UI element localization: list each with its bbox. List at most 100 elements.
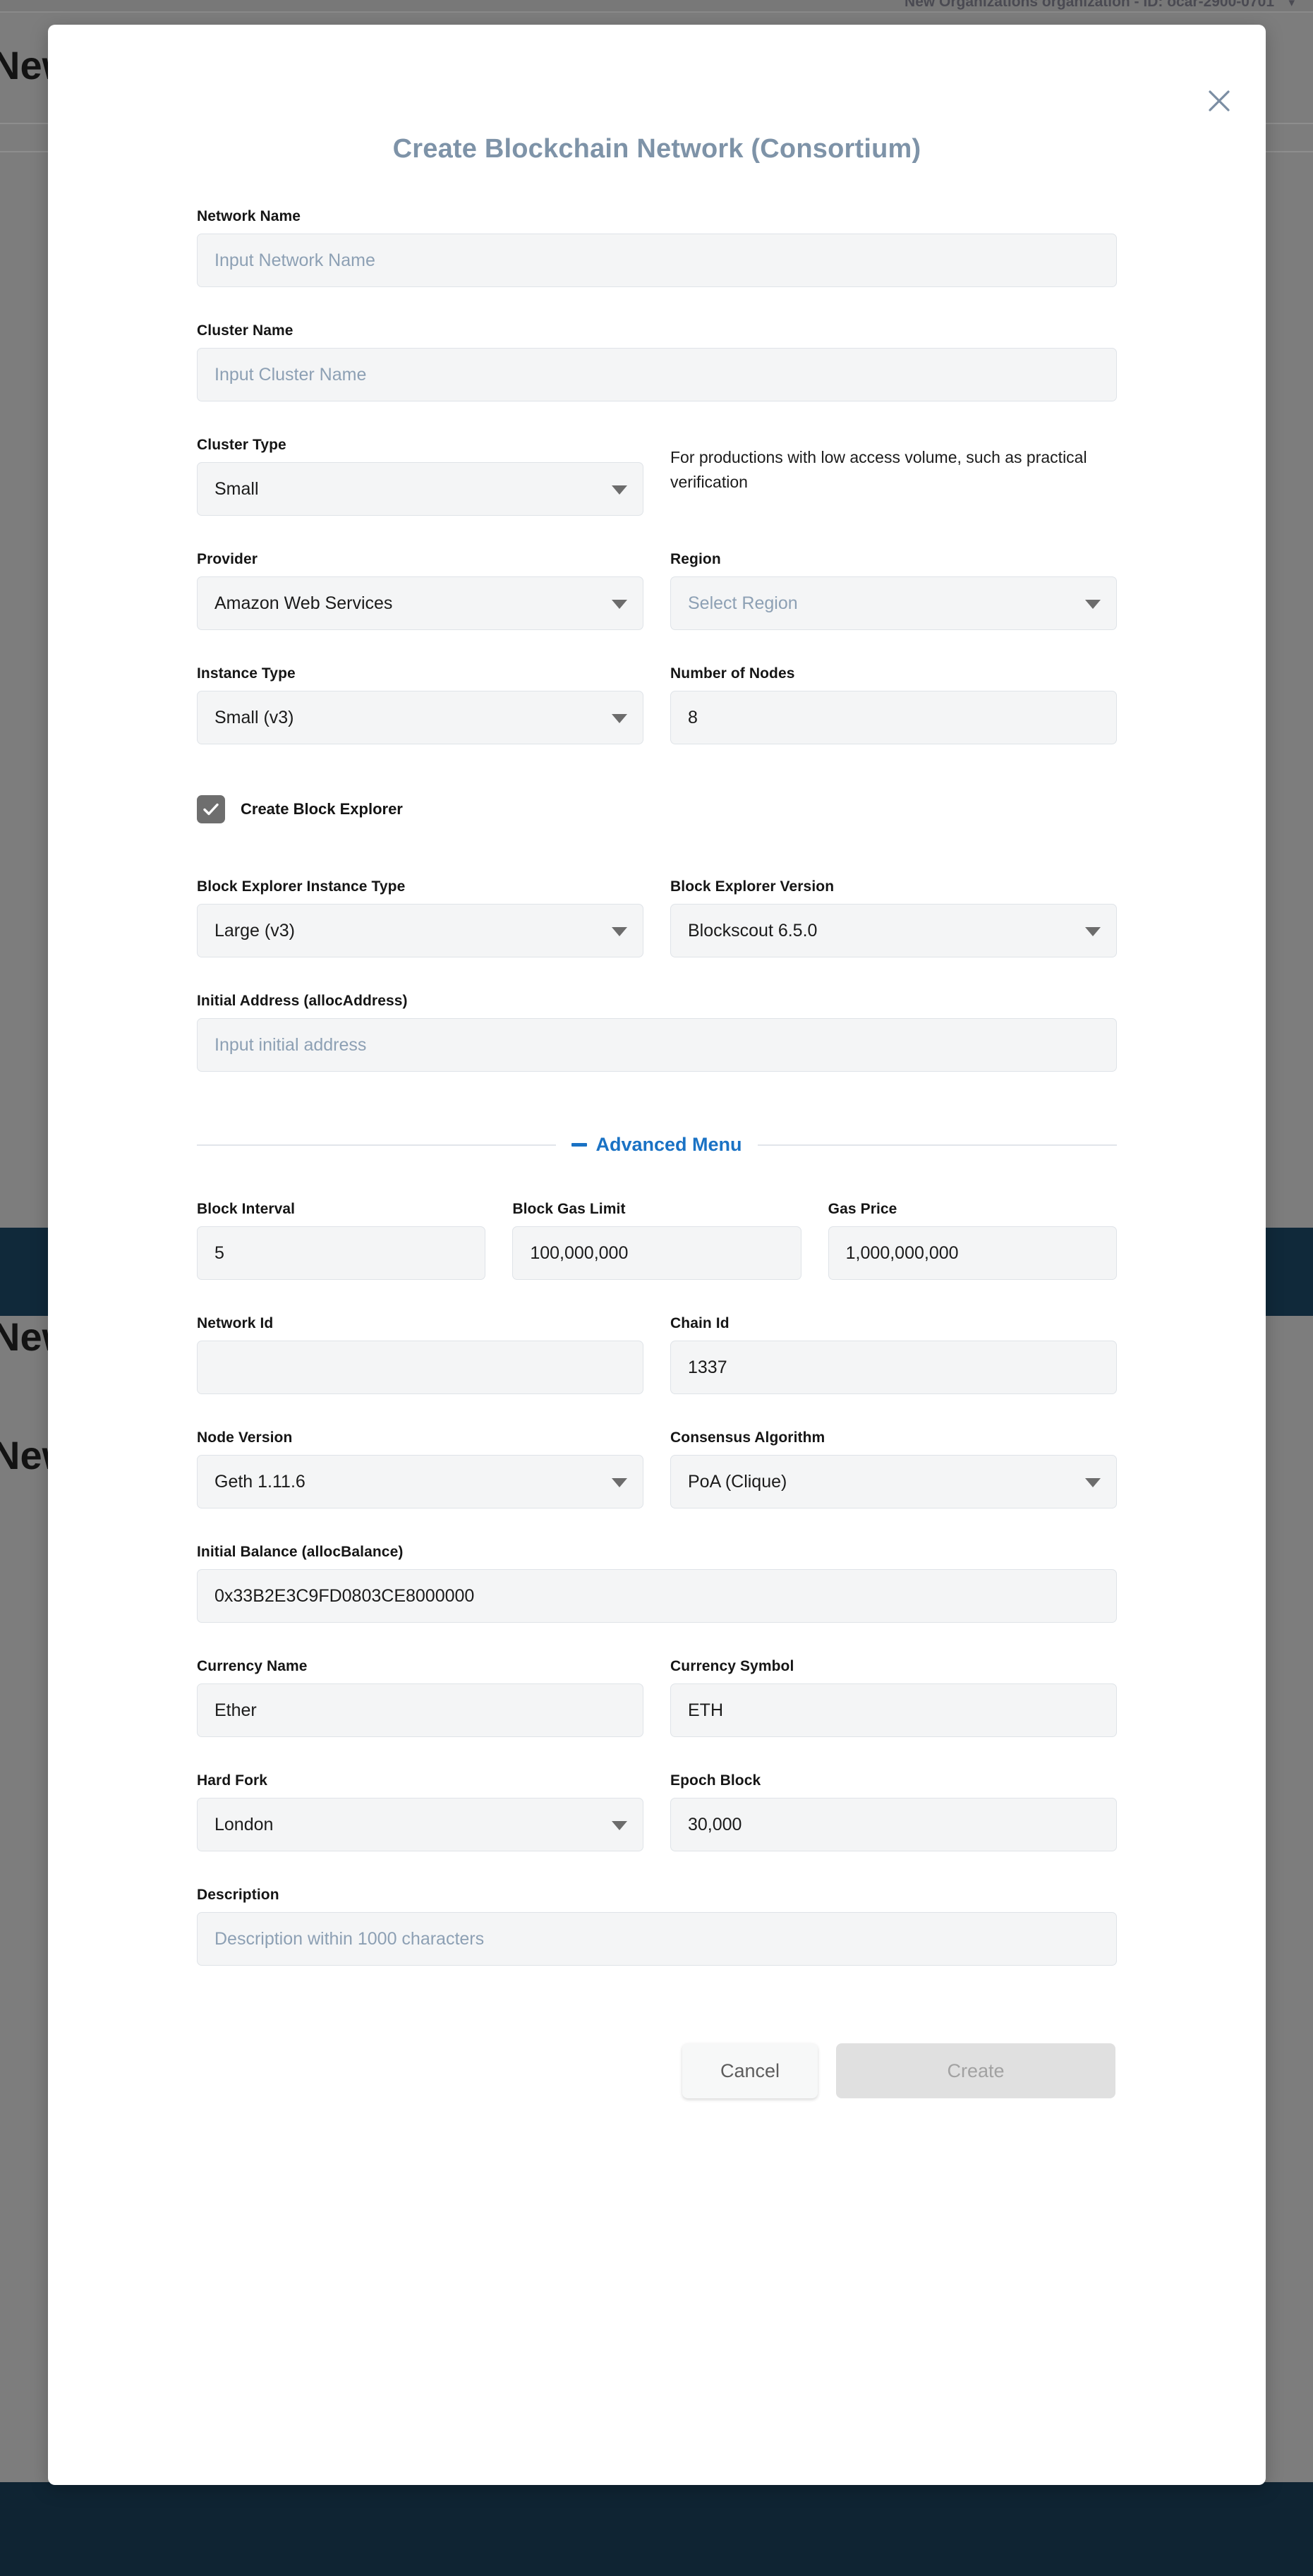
modal-footer: Cancel Create bbox=[197, 2043, 1117, 2183]
hard-fork-label: Hard Fork bbox=[197, 1772, 268, 1789]
network-name-label: Network Name bbox=[197, 208, 301, 224]
cluster-name-label: Cluster Name bbox=[197, 322, 294, 339]
currency-name-input[interactable]: Ether bbox=[197, 1683, 643, 1737]
chevron-down-icon bbox=[612, 600, 627, 609]
background-org-selector-label: New Organizations organization - ID: oca… bbox=[904, 0, 1274, 10]
create-block-explorer-checkbox[interactable]: Create Block Explorer bbox=[197, 795, 403, 823]
node-version-label: Node Version bbox=[197, 1429, 293, 1446]
divider-line-left bbox=[197, 1144, 557, 1146]
initial-balance-label: Initial Balance (allocBalance) bbox=[197, 1544, 404, 1560]
node-version-select[interactable]: Geth 1.11.6 bbox=[197, 1455, 643, 1508]
epoch-block-value: 30,000 bbox=[688, 1814, 742, 1834]
consensus-algorithm-select[interactable]: PoA (Clique) bbox=[670, 1455, 1117, 1508]
cluster-type-value: Small bbox=[214, 478, 259, 499]
field-region: Region Select Region bbox=[670, 551, 1117, 630]
initial-address-input[interactable]: Input initial address bbox=[197, 1018, 1117, 1072]
row-provider-region: Provider Amazon Web Services Region Sele… bbox=[197, 551, 1117, 630]
page-title: Create Blockchain Network (Consortium) bbox=[392, 134, 921, 164]
number-of-nodes-label: Number of Nodes bbox=[670, 665, 795, 682]
advanced-menu-toggle[interactable]: Advanced Menu bbox=[571, 1134, 742, 1156]
block-explorer-instance-type-label: Block Explorer Instance Type bbox=[197, 878, 406, 895]
field-epoch-block: Epoch Block 30,000 bbox=[670, 1772, 1117, 1851]
block-interval-input[interactable]: 5 bbox=[197, 1226, 486, 1280]
checkbox-checked-icon bbox=[197, 795, 225, 823]
node-version-value: Geth 1.11.6 bbox=[214, 1471, 305, 1492]
chevron-down-icon bbox=[1085, 927, 1101, 936]
hard-fork-select[interactable]: London bbox=[197, 1798, 643, 1851]
chain-id-input[interactable]: 1337 bbox=[670, 1341, 1117, 1394]
background-topbar: New Organizations organization - ID: oca… bbox=[0, 0, 1313, 13]
gas-price-input[interactable]: 1,000,000,000 bbox=[828, 1226, 1117, 1280]
row-hardfork-epoch: Hard Fork London Epoch Block 30,000 bbox=[197, 1772, 1117, 1851]
provider-value: Amazon Web Services bbox=[214, 593, 393, 613]
field-number-of-nodes: Number of Nodes 8 bbox=[670, 665, 1117, 744]
block-explorer-version-select[interactable]: Blockscout 6.5.0 bbox=[670, 904, 1117, 957]
block-explorer-instance-type-select[interactable]: Large (v3) bbox=[197, 904, 643, 957]
create-button[interactable]: Create bbox=[836, 2043, 1115, 2098]
field-initial-balance: Initial Balance (allocBalance) 0x33B2E3C… bbox=[197, 1544, 1117, 1623]
create-block-explorer-label: Create Block Explorer bbox=[241, 800, 403, 818]
provider-select[interactable]: Amazon Web Services bbox=[197, 576, 643, 630]
provider-label: Provider bbox=[197, 551, 258, 567]
cluster-type-select[interactable]: Small bbox=[197, 462, 643, 516]
block-gas-limit-value: 100,000,000 bbox=[530, 1242, 629, 1263]
number-of-nodes-input[interactable]: 8 bbox=[670, 691, 1117, 744]
row-block-explorer: Block Explorer Instance Type Large (v3) … bbox=[197, 878, 1117, 957]
description-input[interactable]: Description within 1000 characters bbox=[197, 1912, 1117, 1966]
chevron-down-icon bbox=[1085, 1478, 1101, 1487]
field-gas-price: Gas Price 1,000,000,000 bbox=[828, 1201, 1117, 1280]
initial-address-placeholder: Input initial address bbox=[214, 1034, 367, 1055]
region-select[interactable]: Select Region bbox=[670, 576, 1117, 630]
currency-name-label: Currency Name bbox=[197, 1658, 308, 1674]
gas-price-value: 1,000,000,000 bbox=[845, 1242, 959, 1263]
instance-type-select[interactable]: Small (v3) bbox=[197, 691, 643, 744]
cancel-button[interactable]: Cancel bbox=[682, 2043, 818, 2098]
field-currency-symbol: Currency Symbol ETH bbox=[670, 1658, 1117, 1737]
currency-symbol-input[interactable]: ETH bbox=[670, 1683, 1117, 1737]
cluster-name-input[interactable]: Input Cluster Name bbox=[197, 348, 1117, 401]
hard-fork-value: London bbox=[214, 1814, 274, 1834]
network-id-label: Network Id bbox=[197, 1315, 274, 1331]
field-description: Description Description within 1000 char… bbox=[197, 1887, 1117, 1966]
close-button[interactable] bbox=[1201, 83, 1238, 119]
field-chain-id: Chain Id 1337 bbox=[670, 1315, 1117, 1394]
block-interval-value: 5 bbox=[214, 1242, 224, 1263]
field-network-name: Network Name Input Network Name bbox=[197, 208, 1117, 287]
block-gas-limit-label: Block Gas Limit bbox=[512, 1201, 626, 1217]
number-of-nodes-value: 8 bbox=[688, 707, 698, 727]
field-hard-fork: Hard Fork London bbox=[197, 1772, 643, 1851]
currency-symbol-label: Currency Symbol bbox=[670, 1658, 794, 1674]
instance-type-label: Instance Type bbox=[197, 665, 296, 682]
cluster-type-label: Cluster Type bbox=[197, 437, 286, 453]
chevron-down-icon bbox=[612, 1821, 627, 1830]
initial-address-label: Initial Address (allocAddress) bbox=[197, 993, 408, 1009]
initial-balance-input[interactable]: 0x33B2E3C9FD0803CE8000000 bbox=[197, 1569, 1117, 1623]
advanced-menu-label: Advanced Menu bbox=[595, 1134, 742, 1155]
epoch-block-label: Epoch Block bbox=[670, 1772, 761, 1789]
chevron-down-icon bbox=[1085, 600, 1101, 609]
network-id-input[interactable] bbox=[197, 1341, 643, 1394]
field-network-id: Network Id bbox=[197, 1315, 643, 1394]
description-placeholder: Description within 1000 characters bbox=[214, 1928, 485, 1949]
block-gas-limit-input[interactable]: 100,000,000 bbox=[512, 1226, 801, 1280]
field-consensus-algorithm: Consensus Algorithm PoA (Clique) bbox=[670, 1429, 1117, 1508]
chevron-down-icon bbox=[612, 927, 627, 936]
block-explorer-instance-type-value: Large (v3) bbox=[214, 920, 295, 941]
row-block-params: Block Interval 5 Block Gas Limit 100,000… bbox=[197, 1201, 1117, 1280]
currency-name-value: Ether bbox=[214, 1700, 257, 1720]
region-label: Region bbox=[670, 551, 721, 567]
block-explorer-version-value: Blockscout 6.5.0 bbox=[688, 920, 818, 941]
field-block-gas-limit: Block Gas Limit 100,000,000 bbox=[512, 1201, 801, 1280]
consensus-algorithm-value: PoA (Clique) bbox=[688, 1471, 787, 1492]
minus-icon bbox=[571, 1143, 588, 1147]
field-node-version: Node Version Geth 1.11.6 bbox=[197, 1429, 643, 1508]
row-currency: Currency Name Ether Currency Symbol ETH bbox=[197, 1658, 1117, 1737]
network-name-input[interactable]: Input Network Name bbox=[197, 234, 1117, 287]
row-network-chain-id: Network Id Chain Id 1337 bbox=[197, 1315, 1117, 1394]
chevron-down-icon bbox=[612, 714, 627, 723]
epoch-block-input[interactable]: 30,000 bbox=[670, 1798, 1117, 1851]
block-explorer-version-label: Block Explorer Version bbox=[670, 878, 835, 895]
initial-balance-value: 0x33B2E3C9FD0803CE8000000 bbox=[214, 1585, 475, 1606]
region-placeholder: Select Region bbox=[688, 593, 798, 613]
chain-id-label: Chain Id bbox=[670, 1315, 730, 1331]
